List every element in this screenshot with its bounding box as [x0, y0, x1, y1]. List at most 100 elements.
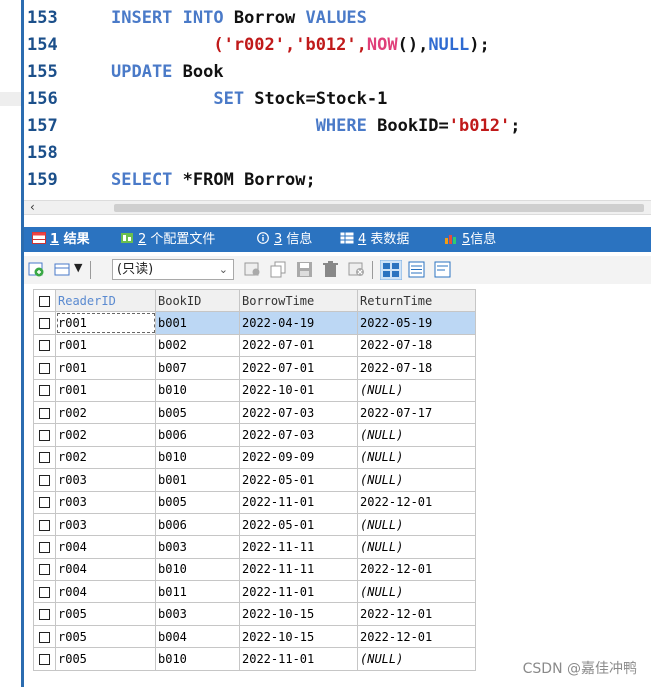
tab-info-2[interactable]: 5信息	[444, 227, 496, 252]
table-row[interactable]: r005 b010 2022-11-01 (NULL)	[33, 647, 476, 671]
code-line[interactable]: 154 ('r002','b012',NOW(),NULL);	[24, 32, 651, 59]
cell-bookid[interactable]: b003	[155, 602, 240, 626]
table-row[interactable]: r002 b006 2022-07-03 (NULL)	[33, 423, 476, 447]
column-header-readerid[interactable]: ReaderID	[55, 288, 156, 313]
cell-borrowtime[interactable]: 2022-07-03	[239, 423, 358, 447]
grid-mode-icon[interactable]	[380, 260, 402, 280]
cell-returntime[interactable]: (NULL)	[357, 512, 476, 537]
row-checkbox-cell[interactable]	[33, 378, 56, 402]
table-row[interactable]: r001 b001 2022-04-19 2022-05-19	[33, 311, 476, 335]
cell-bookid[interactable]: b005	[155, 400, 240, 425]
save-icon[interactable]	[296, 261, 313, 278]
select-all-checkbox-cell[interactable]	[33, 288, 56, 313]
scroll-left-icon[interactable]: ‹	[30, 200, 35, 214]
cell-bookid[interactable]: b003	[155, 535, 240, 559]
cell-borrowtime[interactable]: 2022-09-09	[239, 445, 358, 470]
row-checkbox-cell[interactable]	[33, 468, 56, 492]
cell-borrowtime[interactable]: 2022-04-19	[239, 311, 358, 335]
cell-borrowtime[interactable]: 2022-07-01	[239, 333, 358, 358]
table-row[interactable]: r001 b010 2022-10-01 (NULL)	[33, 378, 476, 402]
table-row[interactable]: r004 b011 2022-11-01 (NULL)	[33, 580, 476, 604]
row-checkbox[interactable]	[39, 362, 50, 374]
row-checkbox[interactable]	[39, 474, 50, 486]
cell-bookid[interactable]: b010	[155, 378, 240, 402]
row-checkbox-cell[interactable]	[33, 512, 56, 537]
cell-readerid[interactable]: r001	[55, 356, 156, 380]
cell-bookid[interactable]: b006	[155, 512, 240, 537]
table-row[interactable]: r003 b001 2022-05-01 (NULL)	[33, 468, 476, 492]
row-checkbox-cell[interactable]	[33, 490, 56, 514]
row-checkbox[interactable]	[39, 586, 50, 598]
cell-readerid[interactable]: r004	[55, 557, 156, 582]
grid-view-dropdown-icon[interactable]: ▼	[74, 261, 82, 274]
cell-bookid[interactable]: b001	[155, 311, 240, 335]
cell-returntime[interactable]: (NULL)	[357, 445, 476, 470]
code-line[interactable]: 157 WHERE BookID='b012';	[24, 113, 651, 140]
table-row[interactable]: r004 b003 2022-11-11 (NULL)	[33, 535, 476, 559]
cell-returntime[interactable]: (NULL)	[357, 580, 476, 604]
row-checkbox[interactable]	[39, 452, 50, 464]
cell-bookid[interactable]: b002	[155, 333, 240, 358]
cell-readerid[interactable]: r003	[55, 468, 156, 492]
cell-bookid[interactable]: b004	[155, 624, 240, 649]
table-row[interactable]: r001 b007 2022-07-01 2022-07-18	[33, 356, 476, 380]
grid-view-icon[interactable]	[54, 261, 71, 278]
row-checkbox-cell[interactable]	[33, 445, 56, 470]
cell-bookid[interactable]: b011	[155, 580, 240, 604]
row-checkbox-cell[interactable]	[33, 423, 56, 447]
table-row[interactable]: r005 b003 2022-10-15 2022-12-01	[33, 602, 476, 626]
row-checkbox[interactable]	[39, 564, 50, 576]
row-checkbox[interactable]	[39, 497, 50, 509]
code-line[interactable]: 155 UPDATE Book	[24, 59, 651, 86]
table-row[interactable]: r003 b005 2022-11-01 2022-12-01	[33, 490, 476, 514]
row-checkbox[interactable]	[39, 609, 50, 621]
cell-returntime[interactable]: 2022-07-18	[357, 356, 476, 380]
code-line[interactable]: 153 INSERT INTO Borrow VALUES	[24, 5, 651, 32]
cell-bookid[interactable]: b007	[155, 356, 240, 380]
cell-returntime[interactable]: (NULL)	[357, 468, 476, 492]
cell-borrowtime[interactable]: 2022-11-01	[239, 490, 358, 514]
cell-borrowtime[interactable]: 2022-11-11	[239, 557, 358, 582]
text-mode-icon[interactable]	[434, 261, 451, 278]
cell-bookid[interactable]: b010	[155, 647, 240, 671]
row-checkbox[interactable]	[39, 385, 50, 397]
tab-table-data[interactable]: 4 表数据	[340, 227, 409, 252]
row-checkbox-cell[interactable]	[33, 333, 56, 358]
row-checkbox[interactable]	[39, 340, 50, 352]
cell-returntime[interactable]: (NULL)	[357, 647, 476, 671]
cell-returntime[interactable]: (NULL)	[357, 378, 476, 402]
table-row[interactable]: r001 b002 2022-07-01 2022-07-18	[33, 333, 476, 358]
cell-readerid[interactable]: r003	[55, 490, 156, 514]
row-checkbox[interactable]	[39, 318, 50, 330]
code-line[interactable]: 156 SET Stock=Stock-1	[24, 86, 651, 113]
cell-returntime[interactable]: 2022-12-01	[357, 557, 476, 582]
sql-editor[interactable]: 153 INSERT INTO Borrow VALUES 154 ('r002',…	[24, 0, 651, 200]
row-checkbox-cell[interactable]	[33, 311, 56, 335]
form-mode-icon[interactable]	[408, 261, 425, 278]
cell-borrowtime[interactable]: 2022-10-15	[239, 624, 358, 649]
duplicate-row-icon[interactable]	[270, 261, 287, 278]
select-all-checkbox[interactable]	[39, 295, 50, 307]
cell-readerid[interactable]: r002	[55, 445, 156, 470]
row-checkbox-cell[interactable]	[33, 602, 56, 626]
cell-readerid[interactable]: r005	[55, 647, 156, 671]
table-row[interactable]: r003 b006 2022-05-01 (NULL)	[33, 512, 476, 537]
column-header-borrowtime[interactable]: BorrowTime	[239, 288, 358, 313]
cell-borrowtime[interactable]: 2022-10-01	[239, 378, 358, 402]
cell-bookid[interactable]: b001	[155, 468, 240, 492]
cell-readerid[interactable]: r003	[55, 512, 156, 537]
delete-icon[interactable]	[322, 261, 339, 278]
row-checkbox-cell[interactable]	[33, 624, 56, 649]
row-checkbox[interactable]	[39, 430, 50, 442]
cell-borrowtime[interactable]: 2022-11-01	[239, 580, 358, 604]
editor-horizontal-scrollbar[interactable]: ‹	[24, 200, 651, 215]
table-row[interactable]: r004 b010 2022-11-11 2022-12-01	[33, 557, 476, 582]
cell-returntime[interactable]: 2022-12-01	[357, 624, 476, 649]
cell-bookid[interactable]: b005	[155, 490, 240, 514]
row-checkbox-cell[interactable]	[33, 580, 56, 604]
row-checkbox-cell[interactable]	[33, 557, 56, 582]
tab-info[interactable]: 3 信息	[256, 227, 312, 252]
cell-borrowtime[interactable]: 2022-05-01	[239, 512, 358, 537]
cell-returntime[interactable]: 2022-05-19	[357, 311, 476, 335]
column-header-bookid[interactable]: BookID	[155, 288, 240, 313]
